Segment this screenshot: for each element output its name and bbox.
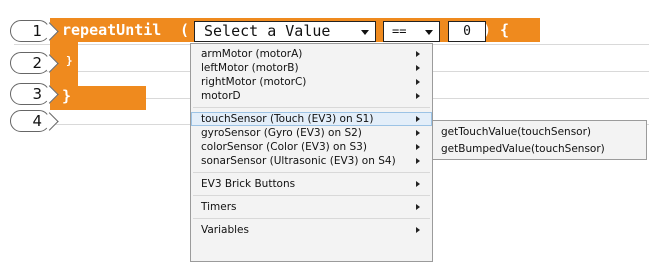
menu-item[interactable]: sonarSensor (Ultrasonic (EV3) on S4) bbox=[191, 154, 432, 168]
chevron-right-icon bbox=[416, 65, 420, 71]
chevron-down-icon bbox=[361, 30, 369, 35]
number-field[interactable]: 0 bbox=[448, 21, 486, 42]
menu-item[interactable]: motorD bbox=[191, 89, 432, 103]
chevron-right-icon bbox=[416, 130, 420, 136]
chevron-right-icon bbox=[416, 144, 420, 150]
menu-item-label: EV3 Brick Buttons bbox=[201, 178, 296, 190]
menu-item-label: leftMotor (motorB) bbox=[201, 62, 299, 74]
operator-select-text: == bbox=[392, 24, 407, 38]
menu-item-label: touchSensor (Touch (EV3) on S1) bbox=[201, 113, 374, 125]
open-paren: ( bbox=[180, 21, 190, 39]
line-number-1[interactable]: 1 bbox=[10, 20, 59, 42]
menu-item-label: motorD bbox=[201, 90, 241, 102]
chevron-right-icon bbox=[416, 116, 420, 122]
line-notch bbox=[40, 112, 59, 131]
repeat-until-keyword: repeatUntil bbox=[62, 21, 162, 39]
menu-item[interactable]: Variables bbox=[191, 223, 432, 237]
menu-separator bbox=[193, 107, 430, 108]
menu-item-label: rightMotor (motorC) bbox=[201, 76, 307, 88]
menu-item[interactable]: EV3 Brick Buttons bbox=[191, 177, 432, 191]
menu-item[interactable]: colorSensor (Color (EV3) on S3) bbox=[191, 140, 432, 154]
menu-item-label: Timers bbox=[201, 201, 237, 213]
menu-separator bbox=[193, 195, 430, 196]
menu-item-label: armMotor (motorA) bbox=[201, 48, 303, 60]
chevron-right-icon bbox=[416, 227, 420, 233]
operator-select[interactable]: == bbox=[383, 21, 440, 42]
chevron-right-icon bbox=[416, 204, 420, 210]
submenu-item[interactable]: getTouchValue(touchSensor) bbox=[433, 124, 646, 141]
menu-item[interactable]: Timers bbox=[191, 200, 432, 214]
chevron-right-icon bbox=[416, 181, 420, 187]
menu-item-label: Variables bbox=[201, 224, 249, 236]
chevron-right-icon bbox=[416, 93, 420, 99]
closing-brace: } bbox=[62, 87, 72, 105]
touch-sensor-submenu: getTouchValue(touchSensor) getBumpedValue… bbox=[432, 120, 647, 160]
menu-item[interactable]: armMotor (motorA) bbox=[191, 47, 432, 61]
line-number-3[interactable]: 3 bbox=[10, 83, 59, 105]
menu-item[interactable]: rightMotor (motorC) bbox=[191, 75, 432, 89]
number-field-value: 0 bbox=[463, 24, 471, 39]
chevron-right-icon bbox=[416, 79, 420, 85]
chevron-right-icon bbox=[416, 51, 420, 57]
chevron-right-icon bbox=[416, 158, 420, 164]
menu-item[interactable]: gyroSensor (Gyro (EV3) on S2) bbox=[191, 126, 432, 140]
line-number-2[interactable]: 2 bbox=[10, 52, 59, 74]
submenu-item[interactable]: getBumpedValue(touchSensor) bbox=[433, 141, 646, 158]
value-dropdown-menu: armMotor (motorA) leftMotor (motorB) right… bbox=[190, 43, 433, 262]
line-number-4[interactable]: 4 bbox=[10, 110, 59, 132]
menu-separator bbox=[193, 218, 430, 219]
menu-item-label: sonarSensor (Ultrasonic (EV3) on S4) bbox=[201, 155, 396, 167]
menu-item-label: gyroSensor (Gyro (EV3) on S2) bbox=[201, 127, 362, 139]
chevron-down-icon bbox=[425, 30, 433, 35]
close-paren-brace: ) { bbox=[482, 21, 510, 39]
body-placeholder: } bbox=[66, 54, 73, 67]
menu-item[interactable]: leftMotor (motorB) bbox=[191, 61, 432, 75]
value-select-text: Select a Value bbox=[204, 22, 331, 40]
menu-separator bbox=[193, 172, 430, 173]
menu-item[interactable]: touchSensor (Touch (EV3) on S1) bbox=[191, 112, 432, 126]
value-select[interactable]: Select a Value bbox=[194, 21, 376, 42]
menu-item-label: colorSensor (Color (EV3) on S3) bbox=[201, 141, 367, 153]
